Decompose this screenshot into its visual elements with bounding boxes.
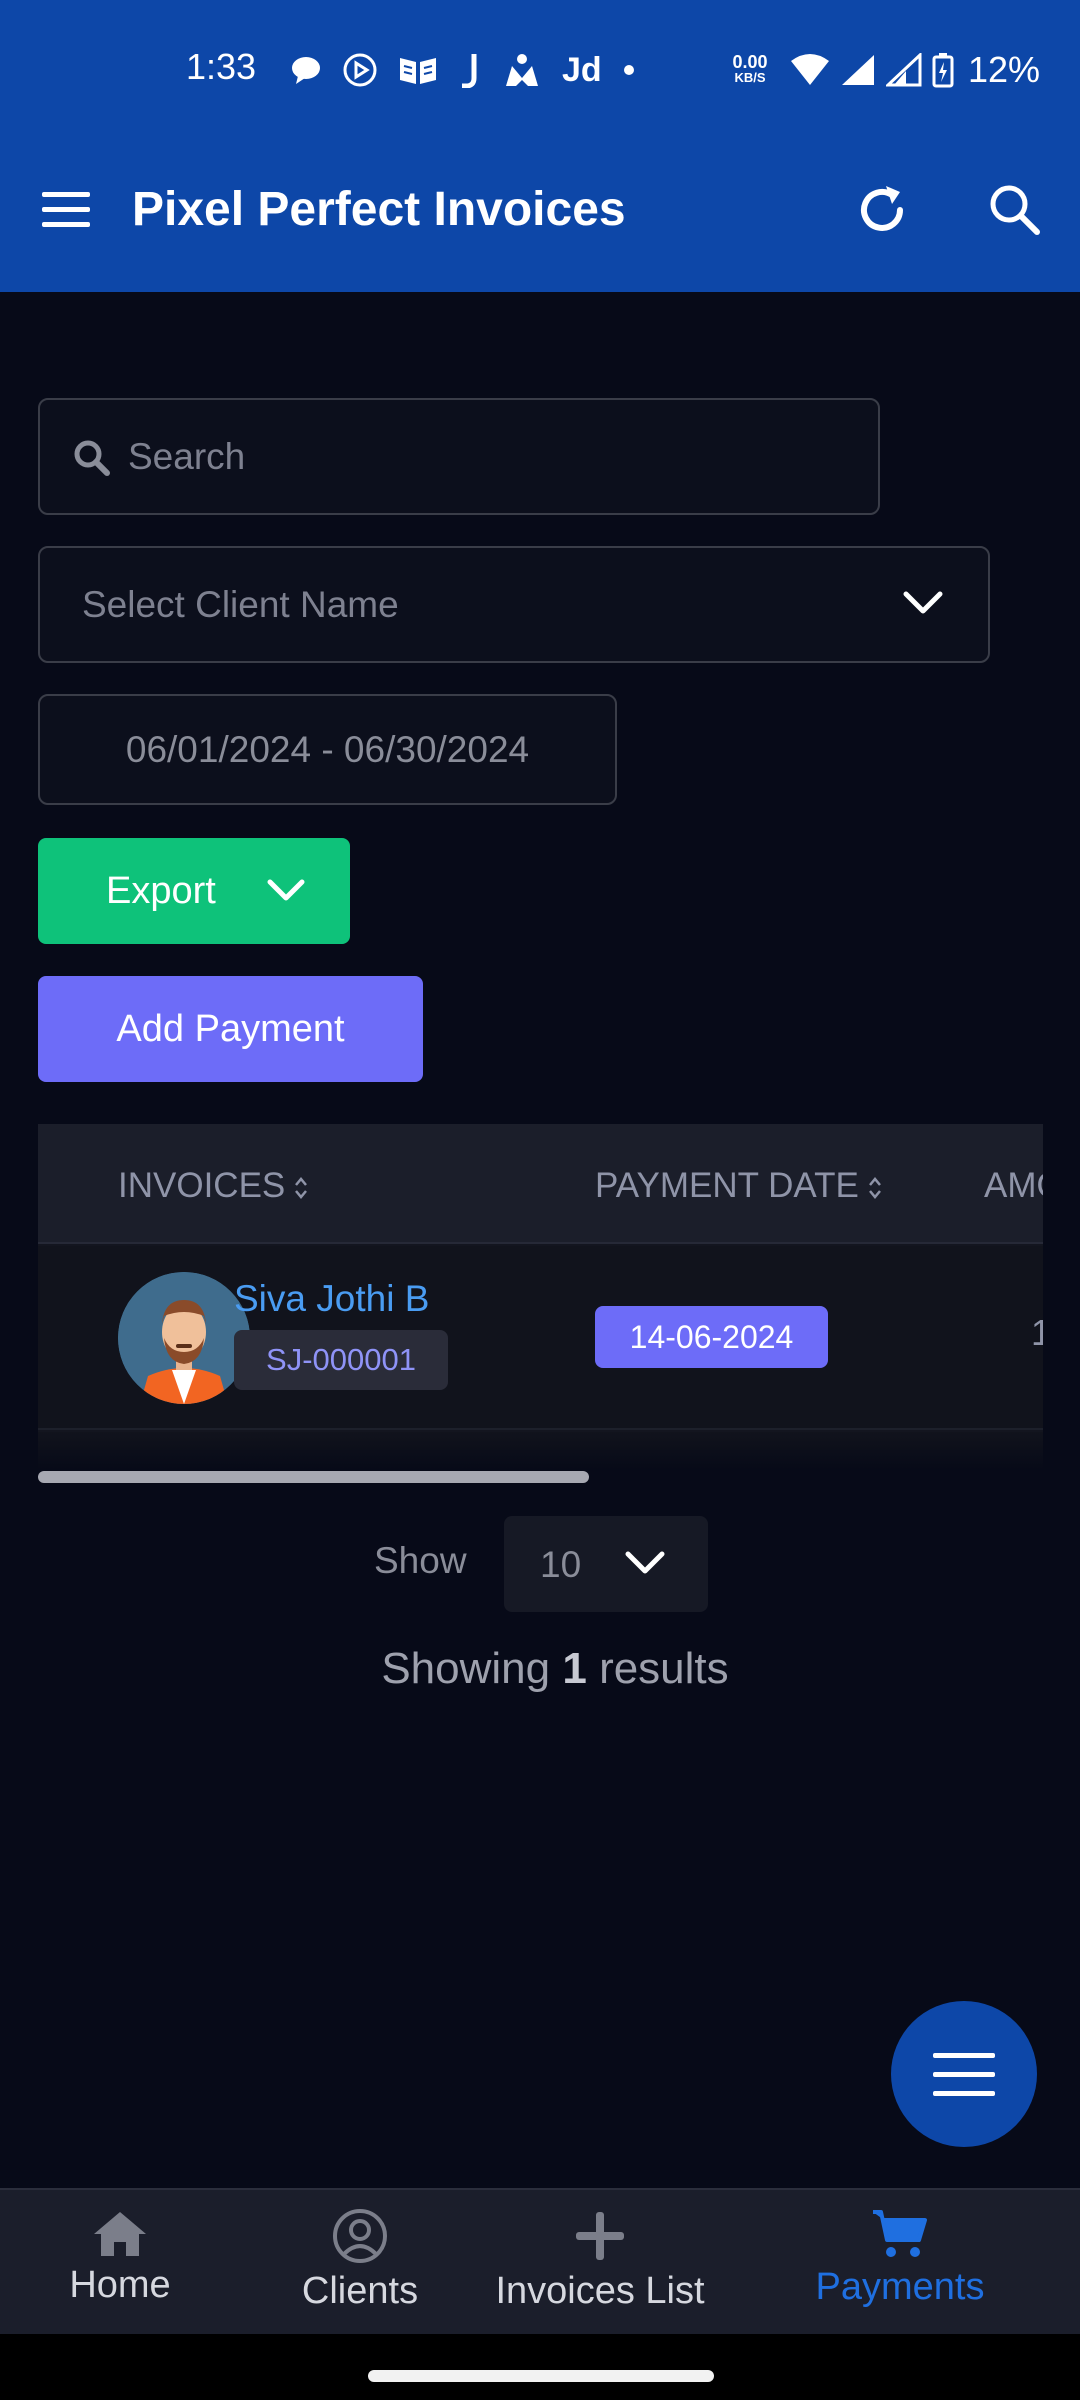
column-header-amount[interactable]: AMO [984, 1166, 1043, 1206]
results-count: 1 [562, 1644, 587, 1693]
home-icon [94, 2212, 146, 2256]
hamburger-icon [42, 192, 90, 227]
table-row[interactable]: Siva Jothi B SJ-000001 14-06-2024 1 [38, 1246, 1043, 1430]
nav-label-home: Home [69, 2264, 171, 2306]
jd-icon: Jd [562, 50, 602, 89]
battery-percent: 12% [968, 49, 1041, 90]
network-speed: 0.00 KB/S [732, 52, 768, 85]
refresh-icon [861, 186, 903, 231]
add-payment-button[interactable]: Add Payment [38, 976, 423, 1082]
search-icon [990, 185, 1040, 235]
dot-icon [623, 65, 634, 75]
search-button[interactable] [985, 180, 1045, 240]
system-icons: 0.00 KB/S 12% [720, 44, 1040, 96]
sort-icon [868, 1176, 881, 1199]
menu-button[interactable] [40, 190, 92, 230]
status-time: 1:33 [186, 46, 257, 87]
results-summary: Showing 1 results [381, 1644, 729, 1693]
add-payment-label: Add Payment [116, 1008, 345, 1050]
play-circle-icon [343, 53, 377, 87]
table-footer-fade [38, 1432, 1043, 1470]
fab-menu-button[interactable] [891, 2001, 1037, 2147]
nav-item-invoices-list[interactable]: Invoices List [480, 2208, 720, 2313]
nav-label-invoices-list: Invoices List [495, 2270, 705, 2312]
status-bar: 1:33 Jd 0.00 KB/S 12% [0, 40, 1080, 100]
search-placeholder: Search [128, 436, 246, 477]
payments-table[interactable]: INVOICES PAYMENT DATE AMO Siva Jothi B S… [38, 1124, 1043, 1470]
page-size-value: 10 [540, 1544, 582, 1585]
hamburger-icon [933, 2053, 995, 2096]
payment-date-badge: 14-06-2024 [595, 1306, 828, 1368]
avatar [118, 1272, 250, 1404]
invoice-code-badge[interactable]: SJ-000001 [234, 1330, 448, 1390]
person-avatar-icon [118, 1272, 250, 1404]
gesture-handle[interactable] [368, 2370, 714, 2382]
export-label: Export [106, 870, 216, 912]
export-button[interactable]: Export [38, 838, 350, 944]
chevron-down-icon [903, 591, 943, 614]
client-name-link[interactable]: Siva Jothi B [234, 1278, 429, 1320]
j-icon [462, 54, 477, 88]
nav-item-home[interactable]: Home [0, 2208, 240, 2307]
cart-icon [873, 2210, 927, 2257]
chevron-down-icon [625, 1551, 665, 1574]
top-bar: 1:33 Jd 0.00 KB/S 12% Pixel Perfect Invo [0, 0, 1080, 292]
signal-weak-icon [886, 53, 922, 87]
horizontal-scrollbar[interactable] [38, 1471, 589, 1483]
refresh-button[interactable] [852, 180, 912, 240]
chat-bubble-icon [292, 57, 320, 84]
search-input[interactable]: Search [38, 398, 880, 515]
client-select-placeholder: Select Client Name [82, 584, 399, 625]
search-icon [74, 440, 110, 476]
signal-icon [842, 55, 874, 85]
nav-item-clients[interactable]: Clients [240, 2208, 480, 2313]
column-header-invoices[interactable]: INVOICES [118, 1166, 309, 1206]
nav-label-payments: Payments [815, 2266, 985, 2308]
gesture-bar [0, 2334, 1080, 2400]
user-circle-icon [333, 2209, 387, 2263]
sort-icon [295, 1176, 308, 1199]
app-bar: Pixel Perfect Invoices [0, 160, 1080, 260]
date-range-input[interactable]: 06/01/2024 - 06/30/2024 [38, 694, 617, 805]
battery-icon [932, 53, 954, 88]
column-header-payment-date[interactable]: PAYMENT DATE [595, 1166, 883, 1206]
date-range-value: 06/01/2024 - 06/30/2024 [125, 729, 530, 770]
page-size-select[interactable]: 10 [504, 1516, 708, 1612]
notification-icons: Jd [290, 48, 636, 92]
nav-label-clients: Clients [301, 2270, 419, 2312]
amount-cell: 1 [1031, 1312, 1043, 1353]
app-title: Pixel Perfect Invoices [132, 183, 626, 236]
table-header: INVOICES PAYMENT DATE AMO [38, 1124, 1043, 1244]
book-icon [400, 58, 436, 84]
bottom-navigation: Home Clients Invoices List Payments [0, 2188, 1080, 2334]
client-select[interactable]: Select Client Name [38, 546, 990, 663]
people-logo-icon [506, 54, 538, 86]
plus-icon [576, 2212, 624, 2260]
nav-item-payments[interactable]: Payments [780, 2208, 1020, 2309]
wifi-icon [791, 54, 829, 85]
chevron-down-icon [267, 879, 305, 901]
show-label: Show [374, 1540, 467, 1581]
